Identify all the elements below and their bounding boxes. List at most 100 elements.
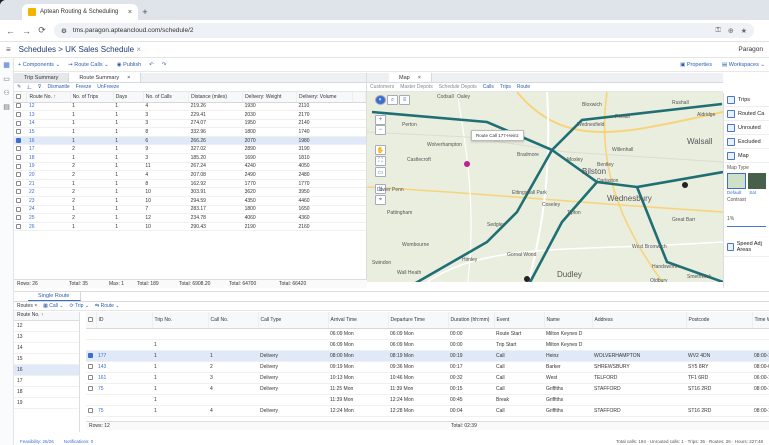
row-checkbox[interactable] <box>14 162 27 172</box>
col-time-window[interactable]: Time Window <box>752 312 769 329</box>
table-row[interactable]: 14 1 1 3 274.07 1950 2140 <box>14 119 366 129</box>
row-checkbox[interactable] <box>14 170 27 180</box>
map-search-icon[interactable]: ⌕ <box>387 95 398 105</box>
browser-tab[interactable]: Aptean Routing & Scheduling × <box>22 4 138 20</box>
subtab-routes[interactable]: Routes × <box>17 303 37 309</box>
route-list-item[interactable]: 19 <box>14 398 79 409</box>
forward-icon[interactable]: → <box>22 26 31 36</box>
col-call-type[interactable]: Call Type <box>258 312 329 329</box>
contrast-slider[interactable] <box>727 226 766 227</box>
route-list-header[interactable]: Route No. ↑ <box>14 312 79 321</box>
layer-trips[interactable]: Trips <box>724 93 769 107</box>
menu-icon[interactable]: ≡ <box>6 45 11 54</box>
reports-icon[interactable]: ▤ <box>0 100 13 114</box>
row-checkbox[interactable] <box>14 144 27 155</box>
table-row[interactable]: 19 2 1 11 267.24 4240 4050 <box>14 162 366 172</box>
row-checkbox[interactable] <box>14 179 27 189</box>
table-row[interactable]: 24 1 1 7 283.17 1800 1650 <box>14 205 366 215</box>
row-checkbox[interactable] <box>86 339 96 351</box>
trip-dropdown[interactable]: ⟳ Trip ⌄ <box>70 303 90 309</box>
feasibility-status[interactable]: Feasibility: 26/26 <box>20 439 54 444</box>
map-type-default[interactable] <box>727 173 746 189</box>
table-row[interactable]: 75 1 4 Delivery 12:24 Mon 12:28 Mon 00:04 Call G… <box>86 405 769 417</box>
table-row[interactable]: 25 2 1 12 234.78 4060 4360 <box>14 213 366 223</box>
map-layers-icon[interactable]: ◐ <box>375 95 386 105</box>
row-checkbox[interactable] <box>14 127 27 137</box>
row-checkbox[interactable] <box>14 196 27 206</box>
table-row[interactable]: 22 2 1 10 303.91 3620 3950 <box>14 187 366 198</box>
row-checkbox[interactable] <box>14 213 27 223</box>
download-icon[interactable]: ⤓⌄ <box>27 84 32 90</box>
select-rect-icon[interactable]: ▭ <box>375 167 386 177</box>
select-lasso-icon[interactable]: ⛶ <box>375 156 386 166</box>
reload-icon[interactable]: ⟳ <box>38 25 46 36</box>
table-row[interactable]: 1 11:39 Mon 12:24 Mon 00:45 Break Griffiths <box>86 394 769 406</box>
route-calls-button[interactable]: ⇝ Route Calls ⌄ <box>68 62 109 68</box>
back-icon[interactable]: ← <box>6 26 15 36</box>
map-list-icon[interactable]: ≡ <box>399 95 410 105</box>
route-list-item[interactable]: 13 <box>14 332 79 343</box>
layer-unrouted[interactable]: Unrouted <box>724 121 769 135</box>
route-dropdown[interactable]: ⇆ Route ⌄ <box>95 303 120 309</box>
publish-button[interactable]: ◉ Publish <box>117 62 141 68</box>
edit-icon[interactable]: ✎ <box>17 84 21 90</box>
new-tab-icon[interactable]: + <box>138 4 152 20</box>
map-canvas[interactable]: ◐ ⌕ ≡ + − ✋ ⛶ ▭ ⇅ ⌖ Route Call 177-Heinz… <box>367 92 723 282</box>
route-list-item[interactable]: 15 <box>14 354 79 365</box>
site-info-icon[interactable]: ⚙ <box>61 27 67 35</box>
route-list-item[interactable]: 12 <box>14 321 79 332</box>
row-checkbox[interactable] <box>86 383 96 395</box>
filter-customers[interactable]: Customers <box>370 84 394 90</box>
table-row[interactable]: 20 2 1 4 207.08 2490 2480 <box>14 170 366 180</box>
row-checkbox[interactable] <box>86 361 96 373</box>
row-checkbox[interactable] <box>86 350 96 362</box>
password-key-icon[interactable]: ⚿ <box>716 27 721 35</box>
col-calls[interactable]: No. of Calls <box>143 92 190 103</box>
col-departure[interactable]: Departure Time <box>388 312 449 329</box>
col-days[interactable]: Days <box>113 92 144 103</box>
map-type-satellite[interactable] <box>747 173 766 189</box>
select-all-checkbox[interactable] <box>86 312 97 329</box>
table-row[interactable]: 177 1 1 Delivery 08:00 Mon 08:19 Mon 00:19 Call… <box>86 350 769 362</box>
layer-map[interactable]: Map <box>724 149 769 163</box>
bookmark-star-icon[interactable]: ★ <box>741 27 747 35</box>
schedule-icon[interactable]: ▦ <box>0 58 13 72</box>
freeze-button[interactable]: Freeze <box>76 84 92 90</box>
breadcrumb-schedules[interactable]: Schedules <box>19 45 56 54</box>
table-row[interactable]: 161 1 3 Delivery 10:13 Mon 10:46 Mon 00:32 Call… <box>86 372 769 384</box>
calls-dropdown[interactable]: ▦ Call ⌄ <box>43 303 63 309</box>
marker-icon[interactable]: ⌖ <box>375 195 386 205</box>
filter-calls[interactable]: Calls <box>483 84 494 90</box>
notifications-status[interactable]: Notifications: 0 <box>64 439 94 444</box>
unfreeze-button[interactable]: UnFreeze <box>97 84 119 90</box>
dismantle-button[interactable]: Dismantle <box>47 84 69 90</box>
route-list-item[interactable]: 18 <box>14 387 79 398</box>
col-postcode[interactable]: Postcode <box>686 312 753 329</box>
filter-schedule-depots[interactable]: Schedule Depots <box>439 84 477 90</box>
table-row[interactable]: 15 1 1 8 332.96 1800 1740 <box>14 127 366 137</box>
table-row[interactable]: 16 1 1 6 266.26 2070 1980 <box>14 136 366 146</box>
filter-route[interactable]: Route <box>517 84 530 90</box>
tab-map[interactable]: Map × <box>389 73 432 82</box>
table-row[interactable]: 26 1 1 10 290.43 2190 2160 <box>14 222 366 232</box>
col-weight[interactable]: Delivery: Weight <box>242 92 297 103</box>
route-list-item[interactable]: 17 <box>14 376 79 387</box>
col-trips[interactable]: No. of Trips <box>70 92 114 103</box>
redo-icon[interactable]: ↷ <box>162 62 167 68</box>
components-button[interactable]: + Components ⌄ <box>18 62 60 68</box>
col-duration[interactable]: Duration (hh:mm) <box>448 312 495 329</box>
row-checkbox[interactable] <box>14 102 27 112</box>
col-volume[interactable]: Delivery: Volume <box>296 92 354 103</box>
table-row[interactable]: 17 2 1 9 327.02 2890 3190 <box>14 144 366 155</box>
table-row[interactable]: 18 1 1 3 185.20 1690 1810 <box>14 153 366 163</box>
row-checkbox[interactable] <box>86 328 96 340</box>
filter-icon[interactable]: ⊽ <box>38 84 42 90</box>
undo-icon[interactable]: ↶ <box>149 62 154 68</box>
col-call-no[interactable]: Call No. <box>208 312 259 329</box>
table-row[interactable]: 75 1 4 Delivery 11:25 Mon 11:39 Mon 00:15 Call G… <box>86 383 769 395</box>
table-row[interactable]: 06:09 Mon 06:09 Mon 00:00 Route Start Milton… <box>86 328 769 340</box>
users-icon[interactable]: ⚇ <box>0 86 13 100</box>
row-checkbox[interactable] <box>14 153 27 163</box>
tab-single-route[interactable]: Single Route <box>28 292 81 301</box>
layer-speed-adj[interactable]: Speed Adj Areas <box>724 237 769 257</box>
